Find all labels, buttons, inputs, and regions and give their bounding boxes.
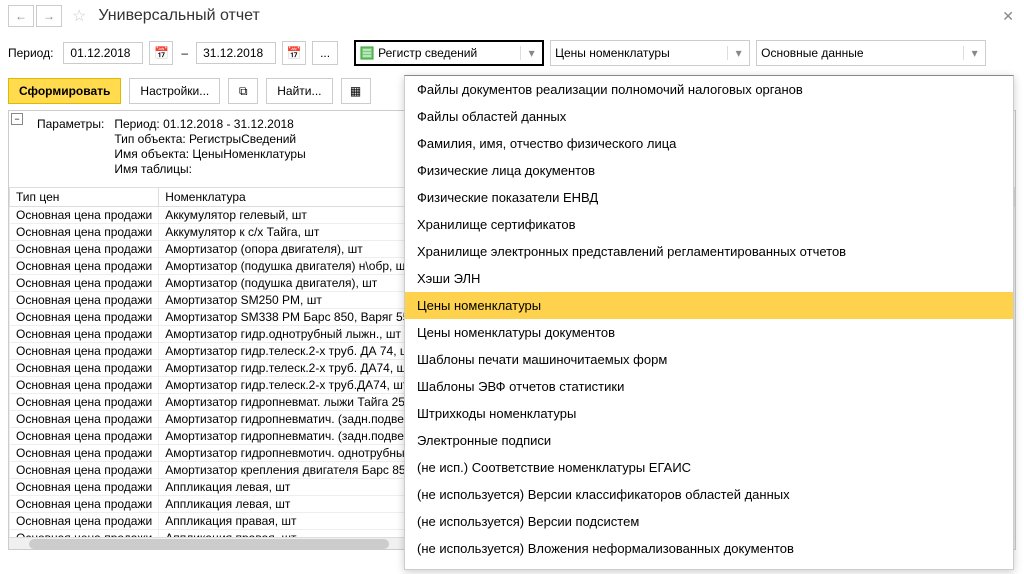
dropdown-item[interactable]: (не используется) Выполненные задачи нач…: [405, 562, 1013, 570]
dropdown-item[interactable]: Хранилище сертификатов: [405, 211, 1013, 238]
cell-price-type: Основная цена продажи: [10, 258, 159, 275]
combo-text: Регистр сведений: [378, 46, 520, 60]
cell-price-type: Основная цена продажи: [10, 411, 159, 428]
cell-price-type: Основная цена продажи: [10, 462, 159, 479]
cell-price-type: Основная цена продажи: [10, 326, 159, 343]
cell-price-type: Основная цена продажи: [10, 496, 159, 513]
titlebar: ← → ☆ Универсальный отчет ✕: [0, 0, 1024, 32]
dropdown-item[interactable]: (не используется) Версии классификаторов…: [405, 481, 1013, 508]
collapse-all-button[interactable]: ▦: [341, 78, 371, 104]
dash: –: [181, 46, 188, 60]
cell-price-type: Основная цена продажи: [10, 309, 159, 326]
calendar-icon: 📅: [154, 46, 169, 60]
copy-icon: ⧉: [239, 84, 248, 99]
dropdown-item[interactable]: Электронные подписи: [405, 427, 1013, 454]
date-from-input[interactable]: [63, 42, 143, 64]
cell-price-type: Основная цена продажи: [10, 394, 159, 411]
cell-price-type: Основная цена продажи: [10, 445, 159, 462]
param-obj-type: Тип объекта: РегистрыСведений: [114, 132, 305, 147]
settings-button[interactable]: Настройки...: [129, 78, 220, 104]
param-obj-name: Имя объекта: ЦеныНоменклатуры: [114, 147, 305, 162]
cell-price-type: Основная цена продажи: [10, 377, 159, 394]
dropdown-item[interactable]: Цены номенклатуры: [405, 292, 1013, 319]
cell-price-type: Основная цена продажи: [10, 513, 159, 530]
param-period: Период: 01.12.2018 - 31.12.2018: [114, 117, 305, 132]
nav-back-button[interactable]: ←: [8, 5, 34, 27]
combo-text: Основные данные: [761, 46, 963, 60]
dropdown-item[interactable]: (не используется) Версии подсистем: [405, 508, 1013, 535]
register-icon: [360, 46, 374, 60]
cell-price-type: Основная цена продажи: [10, 292, 159, 309]
find-button[interactable]: Найти...: [266, 78, 332, 104]
col-header-price-type[interactable]: Тип цен: [10, 188, 159, 207]
dropdown-item[interactable]: Физические лица документов: [405, 157, 1013, 184]
cell-price-type: Основная цена продажи: [10, 224, 159, 241]
form-report-button[interactable]: Сформировать: [8, 78, 121, 104]
dropdown-item[interactable]: Цены номенклатуры документов: [405, 319, 1013, 346]
close-button[interactable]: ✕: [1002, 8, 1014, 25]
page-title: Универсальный отчет: [98, 7, 260, 25]
dropdown-item[interactable]: Файлы областей данных: [405, 103, 1013, 130]
param-tbl-name: Имя таблицы:: [114, 162, 305, 177]
dropdown-item[interactable]: Шаблоны печати машиночитаемых форм: [405, 346, 1013, 373]
dropdown-item[interactable]: Штрихкоды номенклатуры: [405, 400, 1013, 427]
scroll-thumb[interactable]: [29, 539, 389, 549]
dropdown-item[interactable]: Шаблоны ЭВФ отчетов статистики: [405, 373, 1013, 400]
dropdown-item[interactable]: Фамилия, имя, отчество физического лица: [405, 130, 1013, 157]
period-more-button[interactable]: ...: [312, 41, 338, 65]
calendar-from-button[interactable]: 📅: [149, 41, 173, 65]
cell-price-type: Основная цена продажи: [10, 275, 159, 292]
calendar-to-button[interactable]: 📅: [282, 41, 306, 65]
copy-button[interactable]: ⧉: [228, 78, 258, 104]
chevron-down-icon[interactable]: ▾: [727, 46, 745, 60]
cell-price-type: Основная цена продажи: [10, 428, 159, 445]
chevron-down-icon[interactable]: ▾: [963, 46, 981, 60]
favorite-star-icon[interactable]: ☆: [72, 6, 86, 26]
dropdown-item[interactable]: Файлы документов реализации полномочий н…: [405, 76, 1013, 103]
dropdown-item[interactable]: Физические показатели ЕНВД: [405, 184, 1013, 211]
chevron-down-icon[interactable]: ▾: [520, 46, 538, 60]
register-type-combo[interactable]: Регистр сведений ▾: [354, 40, 544, 66]
date-to-input[interactable]: [196, 42, 276, 64]
table-name-combo[interactable]: Основные данные ▾: [756, 40, 986, 66]
cell-price-type: Основная цена продажи: [10, 343, 159, 360]
dropdown-item[interactable]: (не исп.) Соответствие номенклатуры ЕГАИ…: [405, 454, 1013, 481]
period-label: Период:: [8, 46, 53, 60]
collapse-toggle[interactable]: −: [11, 113, 23, 125]
nav-forward-button[interactable]: →: [36, 5, 62, 27]
cell-price-type: Основная цена продажи: [10, 207, 159, 224]
cell-price-type: Основная цена продажи: [10, 241, 159, 258]
params-label: Параметры:: [37, 117, 104, 177]
collapse-icon: ▦: [350, 84, 361, 98]
cell-price-type: Основная цена продажи: [10, 360, 159, 377]
calendar-icon: 📅: [287, 46, 302, 60]
register-name-combo[interactable]: Цены номенклатуры ▾: [550, 40, 750, 66]
register-dropdown-list[interactable]: Файлы документов реализации полномочий н…: [404, 75, 1014, 570]
combo-text: Цены номенклатуры: [555, 46, 727, 60]
cell-price-type: Основная цена продажи: [10, 479, 159, 496]
dropdown-item[interactable]: Хэши ЭЛН: [405, 265, 1013, 292]
dropdown-item[interactable]: Хранилище электронных представлений регл…: [405, 238, 1013, 265]
period-row: Период: 📅 – 📅 ... Регистр сведений ▾ Цен…: [0, 32, 1024, 74]
dropdown-item[interactable]: (не используется) Вложения неформализова…: [405, 535, 1013, 562]
